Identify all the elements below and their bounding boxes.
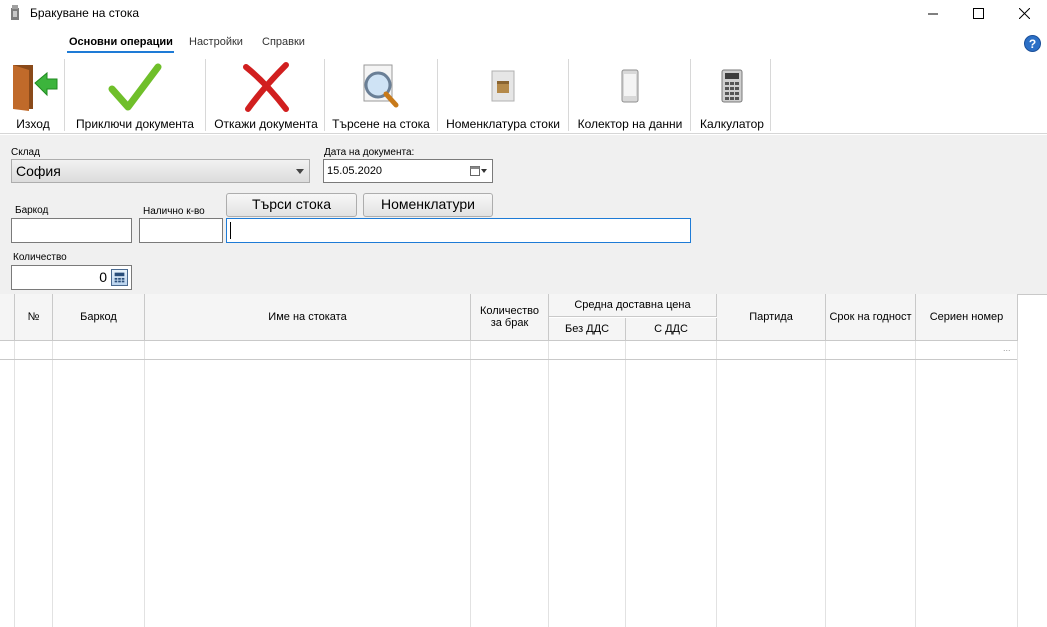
column-header-number[interactable]: № [15,294,53,341]
cancel-document-button[interactable]: Откажи документа [210,57,322,133]
column-header-scrap-quantity[interactable]: Количество за брак [471,294,549,341]
ribbon-separator [324,59,325,131]
search-goods-button[interactable]: Търсене на стока [330,57,432,133]
column-header-batch[interactable]: Партида [717,294,826,341]
goods-nomenclature-label: Номенклатура стоки [446,117,560,131]
ribbon-toolbar: Изход Приключи документа Откажи документ… [0,57,1047,134]
title-bar: Бракуване на стока [0,0,1047,27]
grid-column [0,341,15,627]
calculator-icon [721,69,743,103]
nomenclatures-button[interactable]: Номенклатури [363,193,493,217]
quantity-value: 0 [99,269,107,285]
goods-grid: № Баркод Име на стоката Количество за бр… [0,294,1047,627]
chevron-down-icon [296,169,304,174]
new-row[interactable] [0,341,1017,360]
grid-column [916,341,1018,627]
column-header-goods-name[interactable]: Име на стоката [145,294,471,341]
calculator-small-icon[interactable] [111,269,128,286]
ribbon-separator [568,59,569,131]
window-title: Бракуване на стока [30,6,140,20]
red-x-icon [243,62,289,112]
quantity-label: Количество [13,252,67,263]
close-icon [1018,8,1030,19]
goods-nomenclature-button[interactable]: Номенклатура стоки [442,57,564,133]
cancel-document-label: Откажи документа [214,117,318,131]
help-icon[interactable]: ? [1024,35,1041,52]
exit-button[interactable]: Изход [4,57,62,133]
available-quantity-label: Налично к-во [143,206,205,217]
document-date-picker[interactable]: 15.05.2020 [323,159,493,183]
column-header-price-no-vat[interactable]: Без ДДС [549,318,626,341]
grid-column [53,341,145,627]
grid-column [15,341,53,627]
row-header-column [0,294,15,341]
box-document-icon [491,70,515,102]
app-icon [11,5,19,20]
document-form: Склад София Дата на документа: 15.05.202… [0,135,1047,294]
column-header-serial-number[interactable]: Сериен номер [916,294,1018,341]
barcode-label: Баркод [15,205,49,216]
data-collector-button[interactable]: Колектор на данни [574,57,686,133]
ribbon-separator [205,59,206,131]
document-date-label: Дата на документа: [324,147,415,158]
grid-column [826,341,916,627]
checkmark-icon [108,63,162,111]
exit-door-icon [13,65,58,111]
warehouse-value: София [16,163,61,179]
grid-column [549,341,626,627]
search-goods-form-button[interactable]: Търси стока [226,193,357,217]
phone-icon [621,69,639,103]
warehouse-select[interactable]: София [11,159,310,183]
calculator-label: Калкулатор [700,117,764,131]
grid-column [145,341,471,627]
column-header-price-with-vat[interactable]: С ДДС [626,318,717,341]
quantity-input[interactable]: 0 [11,265,132,290]
calculator-button[interactable]: Калкулатор [696,57,768,133]
column-header-average-price[interactable]: Средна доставна цена [549,294,717,317]
ribbon-tabs: Основни операции Настройки Справки [0,27,1047,57]
search-goods-label: Търсене на стока [332,117,430,131]
tab-reports[interactable]: Справки [262,36,305,48]
close-button[interactable] [1001,0,1047,27]
column-header-expiry[interactable]: Срок на годност [826,294,916,341]
text-cursor [230,222,231,239]
exit-label: Изход [16,117,50,131]
barcode-input[interactable] [11,218,132,243]
ribbon-separator [437,59,438,131]
tab-settings[interactable]: Настройки [189,36,243,48]
warehouse-label: Склад [11,147,40,158]
minimize-icon [927,13,938,15]
maximize-icon [972,8,984,19]
maximize-button[interactable] [955,0,1001,27]
data-collector-label: Колектор на данни [577,117,683,131]
new-row-marker: ... [1003,343,1011,353]
calendar-dropdown-icon[interactable] [470,165,488,177]
ribbon-separator [64,59,65,131]
ribbon-separator [690,59,691,131]
tab-main-operations[interactable]: Основни операции [69,36,173,48]
available-quantity-field [139,218,223,243]
magnifier-icon [363,64,399,108]
finish-document-button[interactable]: Приключи документа [70,57,200,133]
document-date-value: 15.05.2020 [327,165,383,177]
finish-document-label: Приключи документа [76,117,194,131]
minimize-button[interactable] [910,0,956,27]
ribbon-separator [770,59,771,131]
grid-column [471,341,549,627]
active-tab-indicator [67,51,174,53]
grid-column [626,341,717,627]
column-header-barcode[interactable]: Баркод [53,294,145,341]
goods-search-input[interactable] [226,218,691,243]
grid-column [717,341,826,627]
